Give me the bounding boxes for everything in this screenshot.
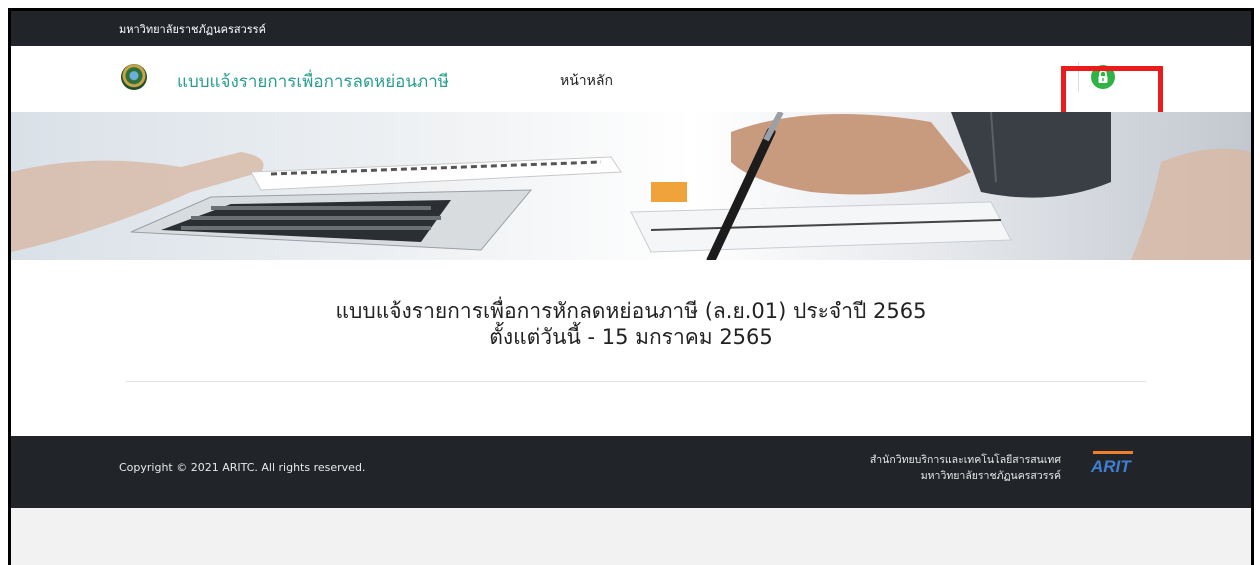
svg-text:ARIT: ARIT (1090, 457, 1132, 476)
org-info: สำนักวิทยบริการและเทคโนโลยีสารสนเทศ มหาว… (841, 452, 1061, 484)
nav-home-link[interactable]: หน้าหลัก (560, 70, 613, 92)
org-name-line2: มหาวิทยาลัยราชภัฏนครสวรรค์ (920, 470, 1061, 482)
top-bar: มหาวิทยาลัยราชภัฏนครสวรรค์ (11, 11, 1251, 46)
hero-illustration (11, 112, 1251, 260)
university-name: มหาวิทยาลัยราชภัฏนครสวรรค์ (119, 23, 266, 36)
site-title[interactable]: แบบแจ้งรายการเพื่อการลดหย่อนภาษี (177, 68, 449, 95)
university-logo[interactable] (121, 64, 147, 90)
divider (126, 381, 1146, 382)
heading-title: แบบแจ้งรายการเพื่อการหักลดหย่อนภาษี (ล.ย… (335, 299, 927, 323)
navbar: แบบแจ้งรายการเพื่อการลดหย่อนภาษี หน้าหลั… (11, 46, 1251, 146)
heading-date-range: ตั้งแต่วันนี้ - 15 มกราคม 2565 (489, 325, 773, 349)
arit-logo: ARIT (1090, 451, 1133, 476)
org-name-line1: สำนักวิทยบริการและเทคโนโลยีสารสนเทศ (869, 454, 1061, 466)
hero-banner (11, 112, 1251, 260)
copyright-text: Copyright © 2021 ARITC. All rights reser… (119, 461, 366, 474)
browser-frame: มหาวิทยาลัยราชภัฏนครสวรรค์ แบบแจ้งรายการ… (8, 8, 1254, 565)
footer: Copyright © 2021 ARITC. All rights reser… (11, 436, 1251, 508)
page-bottom (11, 508, 1251, 565)
page-heading: แบบแจ้งรายการเพื่อการหักลดหย่อนภาษี (ล.ย… (11, 298, 1251, 350)
